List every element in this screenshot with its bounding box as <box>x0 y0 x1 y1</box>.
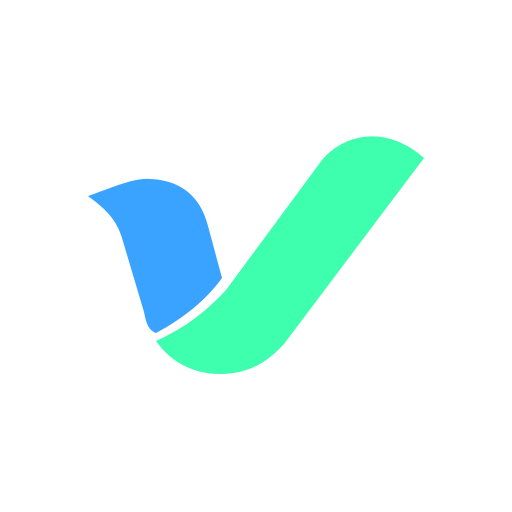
app-icon-canvas <box>0 0 512 512</box>
checkmark-bird-logo-icon <box>88 136 424 374</box>
